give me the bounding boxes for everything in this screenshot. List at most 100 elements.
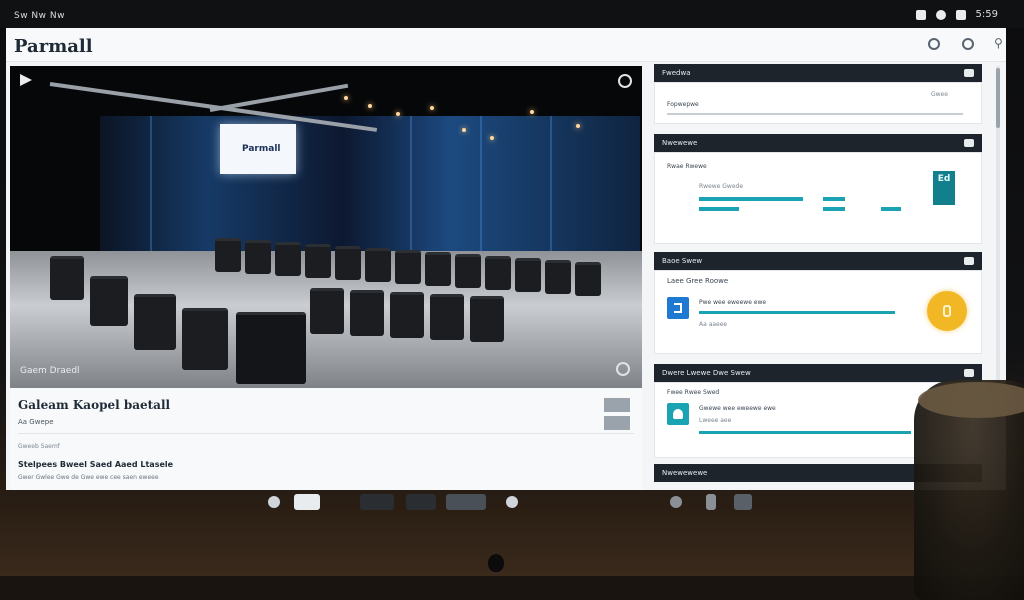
play-icon[interactable]	[20, 74, 32, 86]
app-title: Parmall	[14, 36, 93, 57]
curtain-fold	[550, 116, 552, 256]
app-icon[interactable]	[670, 496, 682, 508]
stage-light	[430, 106, 434, 110]
card-body: Laee Gree Roowe Pwe wee eweewe ewe Aa aa…	[654, 270, 982, 354]
card-title: Nwewewewe	[662, 469, 708, 477]
seat	[455, 254, 481, 288]
card-title: Nwewewe	[662, 139, 698, 147]
seat	[430, 294, 464, 340]
progress-bar	[823, 207, 845, 211]
stage-light	[576, 124, 580, 128]
seat	[470, 296, 504, 342]
video-player[interactable]: Parmall Gaem Draedl	[10, 66, 642, 388]
seat	[365, 248, 391, 282]
monitor-photo: Sw Nw Nw 5:59 Parmall ⚲ Parmall Gaem Dra…	[0, 0, 1024, 600]
app-icon[interactable]	[734, 494, 752, 510]
lighting-truss	[209, 83, 349, 112]
lock-icon	[943, 305, 951, 317]
card-body: Rwae Rwewe Rwewe Gwede Ed	[654, 152, 982, 244]
thumbnail[interactable]	[604, 416, 630, 430]
card-line: Gwewe wee eweewe ewe	[699, 405, 776, 412]
card-header[interactable]: Fwedwa	[654, 64, 982, 82]
seat	[545, 260, 571, 294]
card-label: Rwae Rwewe	[667, 163, 707, 170]
comment-heading: Stelpees Bweel Saed Aaed Ltasele	[18, 460, 174, 469]
apple-logo-icon	[488, 554, 504, 572]
app-window: Parmall ⚲ Parmall Gaem Draedl Galeam Kao…	[6, 28, 1006, 490]
fullscreen-icon[interactable]	[618, 74, 632, 88]
video-title: Galeam Kaopel baetall	[18, 398, 171, 412]
settings-icon[interactable]: ⚲	[994, 36, 1003, 50]
scrollbar-thumb[interactable]	[996, 68, 1000, 128]
user-icon[interactable]	[667, 403, 689, 425]
progress-bar	[699, 197, 803, 201]
seat	[50, 256, 84, 300]
user-icon[interactable]	[935, 9, 946, 20]
curtain-fold	[480, 116, 482, 256]
video-subtitle[interactable]: Aa Gwepe	[18, 418, 54, 426]
card-line: Lweee aee	[699, 417, 732, 424]
card-header[interactable]: Dwere Lwewe Dwe Swew	[654, 364, 982, 382]
card-header[interactable]: Nwewewe	[654, 134, 982, 152]
card-title: Dwere Lwewe Dwe Swew	[662, 369, 751, 377]
stats-tile[interactable]: Ed	[933, 171, 955, 205]
seat	[425, 252, 451, 286]
lock-button[interactable]	[927, 291, 967, 331]
card-header[interactable]: Baoe Swew	[654, 252, 982, 270]
progress-bar	[699, 431, 911, 434]
curtain-fold	[410, 116, 412, 256]
card-menu-icon[interactable]	[964, 69, 974, 77]
card-menu-icon[interactable]	[964, 139, 974, 147]
card-menu-icon[interactable]	[964, 257, 974, 265]
display-icon[interactable]	[915, 9, 926, 20]
progress-bar	[823, 197, 845, 201]
comment-text: Gwer Gwlee Gwe de Gwe ewe cee saen eweee	[18, 474, 159, 481]
card-title: Fwedwa	[662, 69, 691, 77]
search-icon[interactable]	[928, 38, 940, 50]
card-title: Baoe Swew	[662, 257, 703, 265]
app-icon[interactable]	[446, 494, 486, 510]
card-label: Fwee Rwee Swed	[667, 389, 720, 396]
taskbar	[250, 492, 770, 514]
card-menu-icon[interactable]	[964, 369, 974, 377]
app-icon[interactable]	[294, 494, 320, 510]
seat	[90, 276, 128, 326]
menu-icon[interactable]	[955, 9, 966, 20]
progress-bar	[699, 207, 739, 211]
divider	[18, 433, 634, 434]
seat	[305, 244, 331, 278]
app-icon[interactable]	[506, 496, 518, 508]
seat	[310, 288, 344, 334]
seat	[236, 312, 306, 384]
card-line: Pwe wee eweewe ewe	[699, 299, 767, 306]
notification-icon[interactable]	[962, 38, 974, 50]
app-icon[interactable]	[406, 494, 436, 510]
replay-icon[interactable]	[616, 362, 630, 376]
app-header: Parmall ⚲	[6, 28, 1006, 62]
seat	[350, 290, 384, 336]
stage-light	[462, 128, 466, 132]
card-sublabel: Rwewe Gwede	[699, 183, 744, 190]
card-row-label: Fopwepwe	[667, 101, 699, 108]
meta-label: Gweeb Saemf	[18, 443, 60, 450]
stage-light	[368, 104, 372, 108]
system-menu-bar: Sw Nw Nw 5:59	[0, 8, 1024, 26]
thumbnail[interactable]	[604, 398, 630, 412]
app-icon[interactable]	[360, 494, 394, 510]
seat	[575, 262, 601, 296]
seat	[215, 238, 241, 272]
app-icon[interactable]	[268, 496, 280, 508]
document-icon[interactable]	[667, 297, 689, 319]
card-label: Laee Gree Roowe	[667, 277, 729, 285]
seat	[335, 246, 361, 280]
seat	[395, 250, 421, 284]
user-icon-glyph	[673, 409, 683, 419]
stage-light	[490, 136, 494, 140]
system-menu-text[interactable]: Sw Nw Nw	[14, 11, 65, 21]
app-icon[interactable]	[706, 494, 716, 510]
card-line: Aa aaeee	[699, 321, 728, 328]
video-caption: Gaem Draedl	[20, 366, 80, 376]
seat	[485, 256, 511, 290]
stage-light	[344, 96, 348, 100]
projection-screen-text: Parmall	[242, 144, 281, 154]
